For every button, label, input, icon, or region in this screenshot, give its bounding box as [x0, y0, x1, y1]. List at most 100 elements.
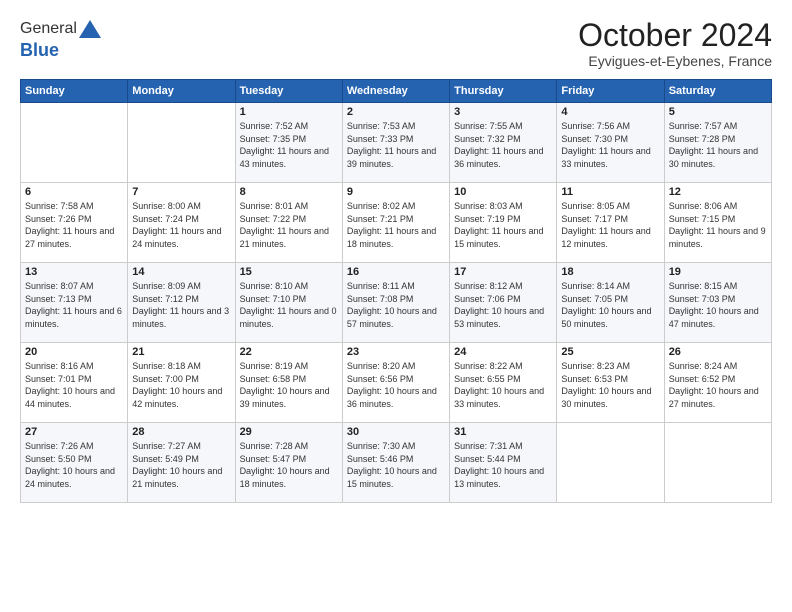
col-saturday: Saturday	[664, 80, 771, 103]
day-content: Sunrise: 8:02 AMSunset: 7:21 PMDaylight:…	[347, 200, 445, 250]
calendar-cell: 15 Sunrise: 8:10 AMSunset: 7:10 PMDayligh…	[235, 263, 342, 343]
week-row-2: 6 Sunrise: 7:58 AMSunset: 7:26 PMDaylight…	[21, 183, 772, 263]
week-row-5: 27 Sunrise: 7:26 AMSunset: 5:50 PMDayligh…	[21, 423, 772, 503]
day-number: 19	[669, 266, 767, 278]
calendar-cell: 13 Sunrise: 8:07 AMSunset: 7:13 PMDayligh…	[21, 263, 128, 343]
day-number: 6	[25, 186, 123, 198]
day-number: 17	[454, 266, 552, 278]
calendar-cell: 27 Sunrise: 7:26 AMSunset: 5:50 PMDayligh…	[21, 423, 128, 503]
day-content: Sunrise: 7:58 AMSunset: 7:26 PMDaylight:…	[25, 200, 123, 250]
col-sunday: Sunday	[21, 80, 128, 103]
day-number: 27	[25, 426, 123, 438]
day-content: Sunrise: 7:30 AMSunset: 5:46 PMDaylight:…	[347, 440, 445, 490]
day-number: 14	[132, 266, 230, 278]
day-content: Sunrise: 8:01 AMSunset: 7:22 PMDaylight:…	[240, 200, 338, 250]
calendar-cell: 25 Sunrise: 8:23 AMSunset: 6:53 PMDayligh…	[557, 343, 664, 423]
day-number: 20	[25, 346, 123, 358]
day-number: 12	[669, 186, 767, 198]
logo-blue-text: Blue	[20, 40, 101, 61]
day-number: 8	[240, 186, 338, 198]
calendar-cell	[557, 423, 664, 503]
calendar-cell: 23 Sunrise: 8:20 AMSunset: 6:56 PMDayligh…	[342, 343, 449, 423]
day-content: Sunrise: 8:18 AMSunset: 7:00 PMDaylight:…	[132, 360, 230, 410]
day-number: 28	[132, 426, 230, 438]
calendar-cell: 22Sunrise: 8:19 AMSunset: 6:58 PMDayligh…	[235, 343, 342, 423]
day-number: 26	[669, 346, 767, 358]
day-content: Sunrise: 8:24 AMSunset: 6:52 PMDaylight:…	[669, 360, 767, 410]
day-number: 15	[240, 266, 338, 278]
col-wednesday: Wednesday	[342, 80, 449, 103]
logo: General Blue	[20, 18, 101, 61]
calendar-cell: 11 Sunrise: 8:05 AMSunset: 7:17 PMDayligh…	[557, 183, 664, 263]
day-number: 18	[561, 266, 659, 278]
week-row-4: 20 Sunrise: 8:16 AMSunset: 7:01 PMDayligh…	[21, 343, 772, 423]
day-content: Sunrise: 8:23 AMSunset: 6:53 PMDaylight:…	[561, 360, 659, 410]
calendar-cell: 21Sunrise: 8:18 AMSunset: 7:00 PMDayligh…	[128, 343, 235, 423]
calendar-cell: 18Sunrise: 8:14 AMSunset: 7:05 PMDayligh…	[557, 263, 664, 343]
logo-icon	[79, 18, 101, 40]
day-number: 16	[347, 266, 445, 278]
day-number: 29	[240, 426, 338, 438]
month-title: October 2024	[578, 18, 772, 53]
calendar-cell: 16 Sunrise: 8:11 AMSunset: 7:08 PMDayligh…	[342, 263, 449, 343]
day-number: 3	[454, 106, 552, 118]
day-content: Sunrise: 8:22 AMSunset: 6:55 PMDaylight:…	[454, 360, 552, 410]
day-number: 25	[561, 346, 659, 358]
day-number: 10	[454, 186, 552, 198]
week-row-1: 1Sunrise: 7:52 AMSunset: 7:35 PMDaylight…	[21, 103, 772, 183]
day-content: Sunrise: 8:11 AMSunset: 7:08 PMDaylight:…	[347, 280, 445, 330]
calendar-cell: 19Sunrise: 8:15 AMSunset: 7:03 PMDayligh…	[664, 263, 771, 343]
day-number: 24	[454, 346, 552, 358]
day-content: Sunrise: 8:03 AMSunset: 7:19 PMDaylight:…	[454, 200, 552, 250]
day-content: Sunrise: 8:20 AMSunset: 6:56 PMDaylight:…	[347, 360, 445, 410]
day-number: 11	[561, 186, 659, 198]
week-row-3: 13 Sunrise: 8:07 AMSunset: 7:13 PMDayligh…	[21, 263, 772, 343]
day-content: Sunrise: 8:10 AMSunset: 7:10 PMDaylight:…	[240, 280, 338, 330]
day-content: Sunrise: 8:09 AMSunset: 7:12 PMDaylight:…	[132, 280, 230, 330]
day-content: Sunrise: 8:00 AMSunset: 7:24 PMDaylight:…	[132, 200, 230, 250]
calendar-cell: 29 Sunrise: 7:28 AMSunset: 5:47 PMDayligh…	[235, 423, 342, 503]
calendar-cell: 28 Sunrise: 7:27 AMSunset: 5:49 PMDayligh…	[128, 423, 235, 503]
calendar-cell: 24 Sunrise: 8:22 AMSunset: 6:55 PMDayligh…	[450, 343, 557, 423]
col-tuesday: Tuesday	[235, 80, 342, 103]
calendar-cell	[664, 423, 771, 503]
day-content: Sunrise: 7:57 AMSunset: 7:28 PMDaylight:…	[669, 120, 767, 170]
day-number: 31	[454, 426, 552, 438]
day-content: Sunrise: 8:12 AMSunset: 7:06 PMDaylight:…	[454, 280, 552, 330]
day-content: Sunrise: 7:56 AMSunset: 7:30 PMDaylight:…	[561, 120, 659, 170]
day-content: Sunrise: 7:31 AMSunset: 5:44 PMDaylight:…	[454, 440, 552, 490]
location: Eyvigues-et-Eybenes, France	[578, 53, 772, 69]
day-number: 30	[347, 426, 445, 438]
calendar-cell: 14 Sunrise: 8:09 AMSunset: 7:12 PMDayligh…	[128, 263, 235, 343]
calendar-cell: 26 Sunrise: 8:24 AMSunset: 6:52 PMDayligh…	[664, 343, 771, 423]
calendar-cell: 10 Sunrise: 8:03 AMSunset: 7:19 PMDayligh…	[450, 183, 557, 263]
day-number: 23	[347, 346, 445, 358]
day-number: 5	[669, 106, 767, 118]
day-number: 13	[25, 266, 123, 278]
day-number: 4	[561, 106, 659, 118]
col-thursday: Thursday	[450, 80, 557, 103]
calendar-page: General Blue October 2024 Eyvigues-et-Ey…	[0, 0, 792, 612]
day-number: 7	[132, 186, 230, 198]
day-content: Sunrise: 7:26 AMSunset: 5:50 PMDaylight:…	[25, 440, 123, 490]
day-content: Sunrise: 7:53 AMSunset: 7:33 PMDaylight:…	[347, 120, 445, 170]
calendar-table: Sunday Monday Tuesday Wednesday Thursday…	[20, 79, 772, 503]
calendar-cell: 20 Sunrise: 8:16 AMSunset: 7:01 PMDayligh…	[21, 343, 128, 423]
calendar-cell: 31 Sunrise: 7:31 AMSunset: 5:44 PMDayligh…	[450, 423, 557, 503]
calendar-cell: 3Sunrise: 7:55 AMSunset: 7:32 PMDaylight…	[450, 103, 557, 183]
day-content: Sunrise: 7:28 AMSunset: 5:47 PMDaylight:…	[240, 440, 338, 490]
calendar-cell	[21, 103, 128, 183]
day-number: 2	[347, 106, 445, 118]
day-content: Sunrise: 8:05 AMSunset: 7:17 PMDaylight:…	[561, 200, 659, 250]
logo-general-text: General	[20, 20, 77, 38]
calendar-cell: 2 Sunrise: 7:53 AMSunset: 7:33 PMDaylight…	[342, 103, 449, 183]
col-friday: Friday	[557, 80, 664, 103]
calendar-cell: 17 Sunrise: 8:12 AMSunset: 7:06 PMDayligh…	[450, 263, 557, 343]
calendar-cell: 6 Sunrise: 7:58 AMSunset: 7:26 PMDaylight…	[21, 183, 128, 263]
col-monday: Monday	[128, 80, 235, 103]
day-content: Sunrise: 7:27 AMSunset: 5:49 PMDaylight:…	[132, 440, 230, 490]
day-content: Sunrise: 8:07 AMSunset: 7:13 PMDaylight:…	[25, 280, 123, 330]
day-content: Sunrise: 8:16 AMSunset: 7:01 PMDaylight:…	[25, 360, 123, 410]
calendar-cell: 12Sunrise: 8:06 AMSunset: 7:15 PMDayligh…	[664, 183, 771, 263]
day-number: 22	[240, 346, 338, 358]
